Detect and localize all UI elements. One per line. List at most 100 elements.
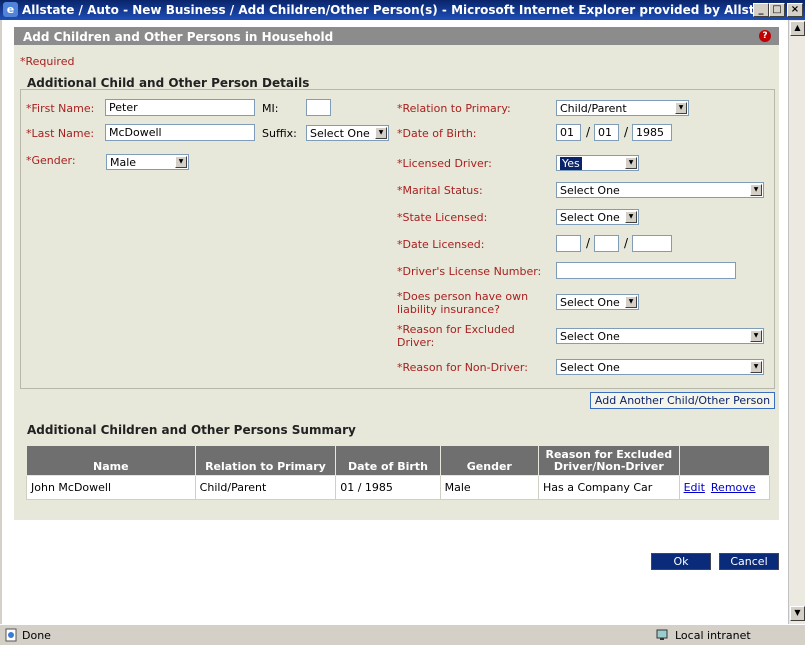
chevron-down-icon: ▼ [175,156,187,168]
mi-label: MI: [262,102,279,115]
summary-table: Name Relation to Primary Date of Birth G… [26,445,771,500]
relation-label: *Relation to Primary: [397,102,511,115]
suffix-select[interactable]: Select One ▼ [306,125,389,141]
page-content: Add Children and Other Persons in Househ… [2,20,788,624]
cell-dob: 01 / 1985 [335,475,441,500]
remove-link[interactable]: Remove [711,481,756,494]
marital-status-select[interactable]: Select One ▼ [556,182,764,198]
license-number-field[interactable] [556,262,736,279]
licensed-driver-value: Yes [560,157,582,170]
ok-button[interactable]: Ok [651,553,711,570]
window-titlebar: e Allstate / Auto - New Business / Add C… [0,0,805,20]
dob-year-field[interactable]: 1985 [632,124,672,141]
cell-actions: Edit Remove [678,475,771,500]
state-licensed-value: Select One [560,211,620,224]
date-licensed-month-field[interactable] [556,235,581,252]
date-separator: / [624,236,629,250]
help-icon[interactable]: ? [759,30,771,42]
own-liability-label-line1: *Does person have own [397,290,529,303]
relation-value: Child/Parent [560,102,627,115]
chevron-down-icon: ▼ [625,211,637,223]
cell-gender: Male [439,475,540,500]
date-separator: / [586,236,591,250]
summary-section-title: Additional Children and Other Persons Su… [27,423,356,437]
maximize-button[interactable]: □ [769,3,785,17]
gender-value: Male [110,156,137,169]
license-number-label: *Driver's License Number: [397,265,542,278]
last-name-field[interactable]: McDowell [105,124,255,141]
close-button[interactable]: × [787,3,803,17]
suffix-label: Suffix: [262,127,297,140]
cancel-button[interactable]: Cancel [719,553,779,570]
date-separator: / [586,125,591,139]
zone-text: Local intranet [675,629,751,642]
excluded-reason-value: Select One [560,330,620,343]
scroll-up-icon[interactable]: ▲ [790,21,805,36]
chevron-down-icon: ▼ [625,157,637,169]
panel-header: Add Children and Other Persons in Househ… [14,27,779,45]
cell-relation: Child/Parent [194,475,337,500]
column-header: Gender [439,445,540,476]
column-header: Date of Birth [335,445,441,476]
status-text: Done [22,629,51,642]
excluded-reason-select[interactable]: Select One ▼ [556,328,764,344]
dob-month-field[interactable]: 01 [556,124,581,141]
suffix-value: Select One [310,127,370,140]
vertical-scrollbar[interactable]: ▲ ▼ [788,20,805,624]
panel-title: Add Children and Other Persons in Househ… [23,30,334,44]
chevron-down-icon: ▼ [750,330,762,342]
non-driver-reason-value: Select One [560,361,620,374]
required-note: *Required [20,55,75,68]
non-driver-reason-select[interactable]: Select One ▼ [556,359,764,375]
dob-label: *Date of Birth: [397,127,477,140]
column-header: Reason for Excluded Driver/Non-Driver [538,445,680,476]
first-name-label: *First Name: [26,102,95,115]
excluded-reason-label-line2: Driver: [397,336,435,349]
minimize-button[interactable]: _ [753,3,769,17]
gender-select[interactable]: Male ▼ [106,154,189,170]
own-liability-select[interactable]: Select One ▼ [556,294,639,310]
excluded-reason-label-line1: *Reason for Excluded [397,323,515,336]
dob-day-field[interactable]: 01 [594,124,619,141]
marital-status-label: *Marital Status: [397,184,483,197]
own-liability-label: *Does person have own liability insuranc… [397,290,528,316]
chevron-down-icon: ▼ [675,102,687,114]
date-separator: / [624,125,629,139]
scroll-down-icon[interactable]: ▼ [790,606,805,621]
non-driver-reason-label: *Reason for Non-Driver: [397,361,528,374]
own-liability-value: Select One [560,296,620,309]
ie-icon: e [3,2,18,17]
own-liability-label-line2: liability insurance? [397,303,500,316]
first-name-field[interactable]: Peter [105,99,255,116]
chevron-down-icon: ▼ [375,127,387,139]
excluded-reason-label: *Reason for Excluded Driver: [397,323,515,349]
relation-select[interactable]: Child/Parent ▼ [556,100,689,116]
mi-field[interactable] [306,99,331,116]
window-title: Allstate / Auto - New Business / Add Chi… [22,3,777,17]
add-another-person-button[interactable]: Add Another Child/Other Person [590,392,775,409]
intranet-icon [656,629,668,640]
last-name-label: *Last Name: [26,127,95,140]
state-licensed-select[interactable]: Select One ▼ [556,209,639,225]
marital-status-value: Select One [560,184,620,197]
licensed-driver-select[interactable]: Yes ▼ [556,155,639,171]
details-section-title: Additional Child and Other Person Detail… [27,76,310,90]
date-licensed-day-field[interactable] [594,235,619,252]
chevron-down-icon: ▼ [750,184,762,196]
cell-reason: Has a Company Car [538,475,680,500]
chevron-down-icon: ▼ [625,296,637,308]
state-licensed-label: *State Licensed: [397,211,488,224]
column-header [678,445,771,476]
date-licensed-label: *Date Licensed: [397,238,485,251]
column-header: Name [26,445,196,476]
column-header: Relation to Primary [194,445,337,476]
gender-label: *Gender: [26,154,76,167]
cell-name: John McDowell [26,475,196,500]
page-icon [5,628,17,642]
household-panel: Add Children and Other Persons in Househ… [14,27,779,520]
edit-link[interactable]: Edit [684,481,705,494]
chevron-down-icon: ▼ [750,361,762,373]
table-row: John McDowell Child/Parent 01 / 1985 Mal… [26,475,771,500]
licensed-driver-label: *Licensed Driver: [397,157,492,170]
date-licensed-year-field[interactable] [632,235,672,252]
